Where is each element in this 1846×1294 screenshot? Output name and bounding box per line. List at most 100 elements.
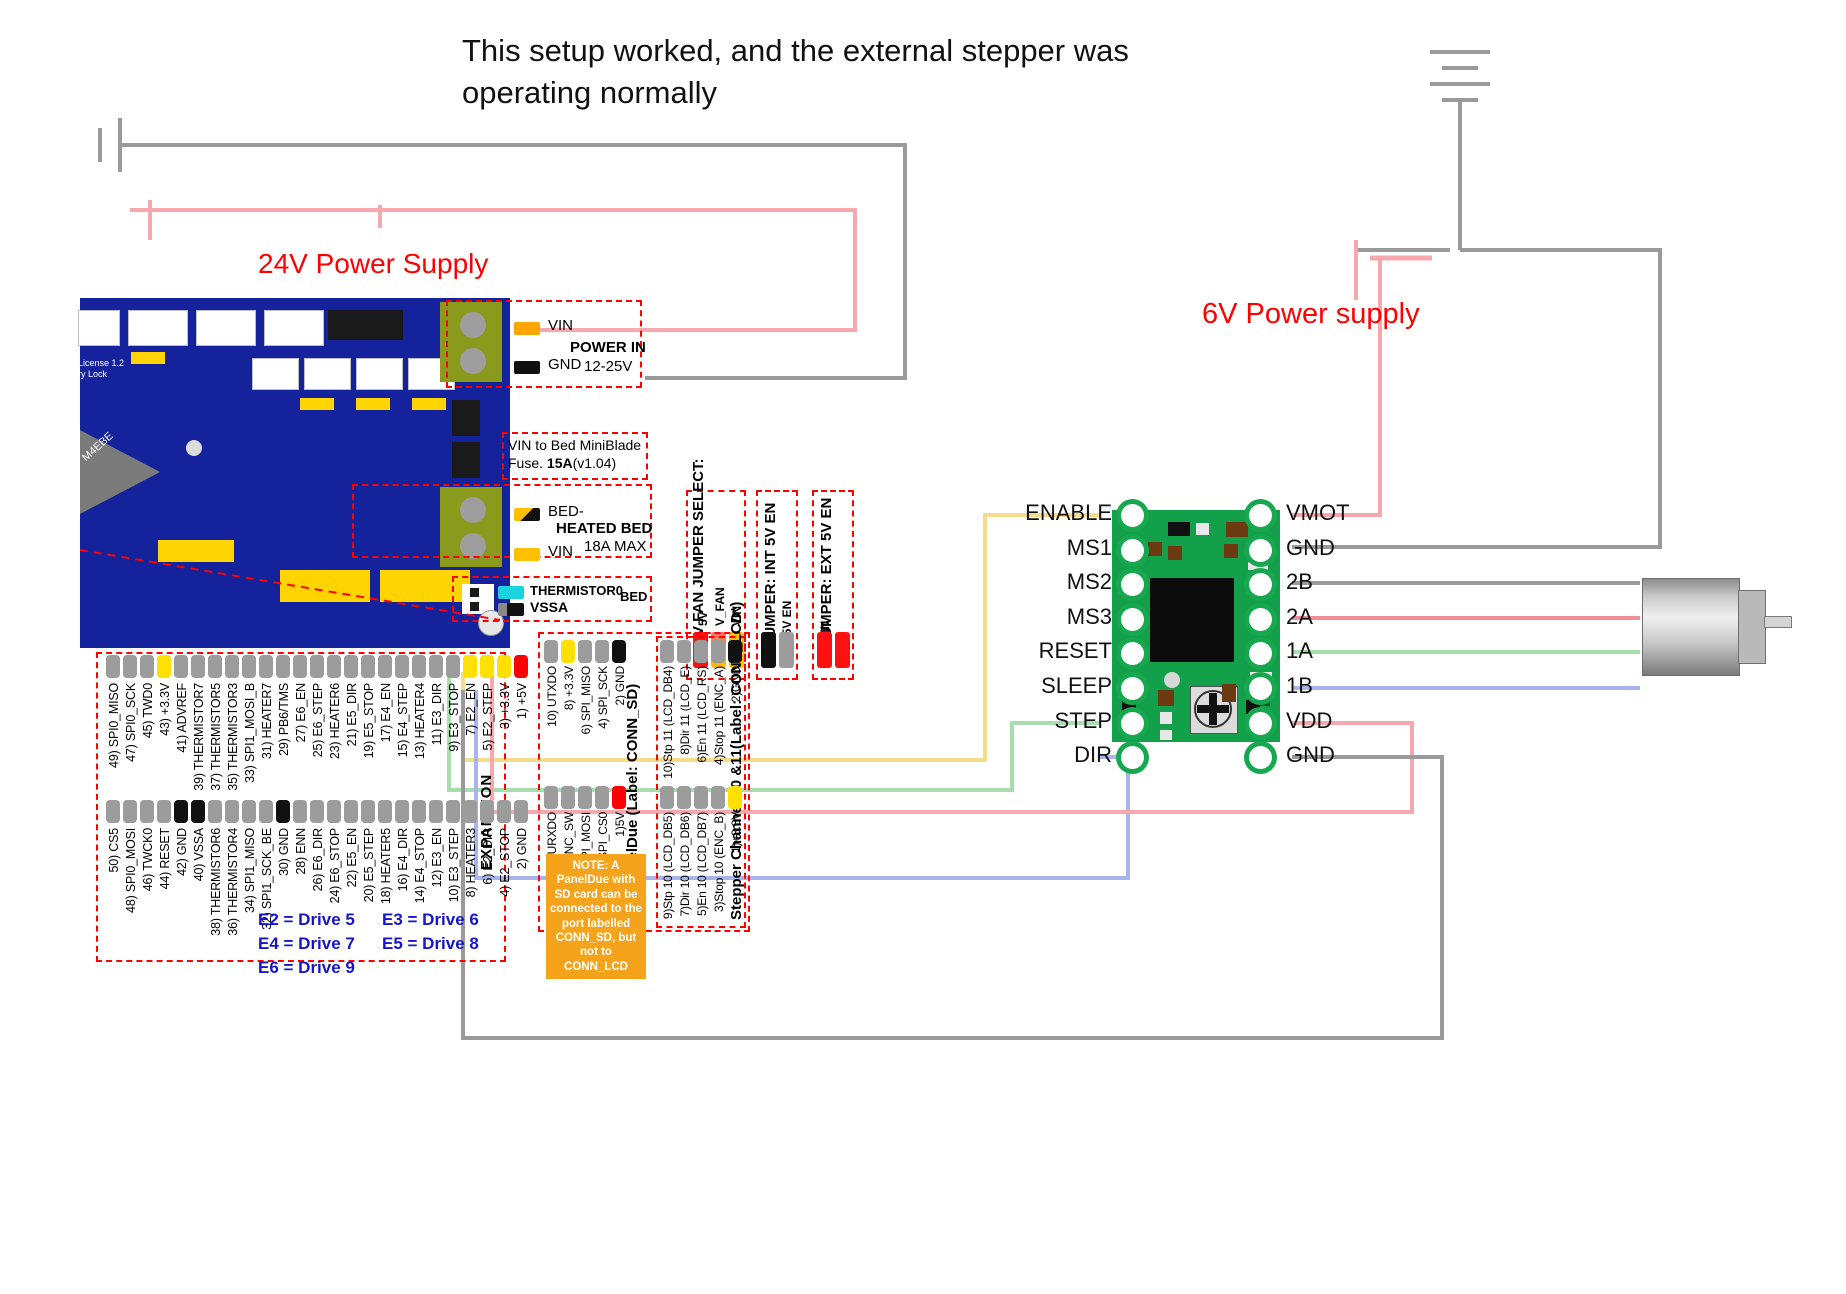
- pin: [694, 786, 708, 809]
- pin-label: 1)5V: [613, 812, 627, 837]
- pin: [344, 655, 358, 678]
- pin: [157, 655, 171, 678]
- pin: [446, 800, 460, 823]
- pin: [276, 655, 290, 678]
- pin-label: 43) +3.3V: [158, 683, 172, 736]
- pin-label: 45) TWD0: [141, 683, 155, 739]
- pin-label: 16) E4_DIR: [396, 828, 410, 892]
- power-in-vin-swatch: [514, 320, 540, 338]
- jumper-vfan-pin-5v: 5V: [696, 611, 710, 626]
- pin: [514, 800, 528, 823]
- driver-pad: [1121, 607, 1144, 631]
- pin: [191, 800, 205, 823]
- stepper-top-pin-row: [660, 640, 742, 663]
- pin-label: 17) E4_EN: [379, 683, 393, 743]
- pin-label: 10) E3_STEP: [447, 828, 461, 903]
- paneldue-bottom-pin-row: [544, 786, 626, 809]
- fuse-holder: [452, 442, 480, 478]
- pin-label: 49) SPI0_MISO: [107, 683, 121, 768]
- jumper-ext5v-swatch-5vin: [817, 632, 832, 668]
- smd-part: [1226, 522, 1248, 537]
- driver-left-pin-enable: ENABLE: [1025, 500, 1112, 525]
- driver-right-pin-gnd-7: GND: [1286, 742, 1335, 768]
- smd-part: [1196, 523, 1209, 535]
- driver-left-pin-dir: DIR: [1074, 742, 1112, 768]
- pin: [497, 800, 511, 823]
- smd-part: [1168, 546, 1182, 560]
- pin: [728, 640, 742, 663]
- pin: [514, 655, 528, 678]
- pin-label: 3) +3.3V: [498, 683, 512, 730]
- pin: [310, 655, 324, 678]
- driver-right-pin-1a-4: 1A: [1286, 638, 1313, 664]
- driver-right-pin-2a-3: 2A: [1286, 603, 1313, 629]
- pin: [561, 786, 575, 809]
- driver-left-pin-ms3: MS3: [1066, 603, 1112, 629]
- pin-label: 8) +3.3V: [562, 666, 576, 711]
- pin: [578, 640, 592, 663]
- pin: [412, 655, 426, 678]
- pin-label: 37) THERMISTOR5: [209, 683, 223, 791]
- power-in-gnd-label: GND: [548, 356, 582, 373]
- bed-minus-label: BED-: [548, 503, 584, 520]
- pin: [694, 640, 708, 663]
- connector-block: [264, 310, 324, 346]
- pin: [327, 800, 341, 823]
- thermistor0-label: THERMISTOR0: [530, 583, 623, 598]
- pin: [446, 655, 460, 678]
- fuse-line2a: Fuse.: [508, 454, 547, 471]
- yellow-header: [412, 398, 446, 410]
- pin-label: 46) TWCK0: [141, 828, 155, 892]
- pin-label: 27) E6_EN: [294, 683, 308, 743]
- fuse-rev: (v1.04): [572, 454, 617, 471]
- driver-right-pin-2b-2: 2B: [1286, 569, 1313, 595]
- connector-block: [356, 358, 403, 390]
- pin-label: 21) E5_DIR: [345, 683, 359, 747]
- pin-label: 7)Dir 10 (LCD_DB6): [678, 812, 692, 917]
- pin-label: 23) HEATER6: [328, 683, 342, 760]
- pin: [595, 640, 609, 663]
- driver-pad: [1121, 538, 1144, 562]
- pin: [361, 800, 375, 823]
- pin-label: 4) E2_STOP: [498, 828, 512, 897]
- pin: [660, 786, 674, 809]
- pin-label: 2) GND: [515, 828, 529, 870]
- yellow-header: [300, 398, 334, 410]
- pin-label: 3)Stop 10 (ENC_B): [712, 812, 726, 912]
- pin-label: 40) VSSA: [192, 828, 206, 882]
- pin-label: 22) E5_EN: [345, 828, 359, 888]
- connector-block: [128, 310, 188, 346]
- drive-note-e5: E5 = Drive 8: [382, 934, 479, 953]
- expansion-top-pin-row: [106, 655, 528, 678]
- pin: [378, 655, 392, 678]
- fuse-rating: 15A: [546, 454, 573, 471]
- pin: [293, 800, 307, 823]
- pin: [208, 800, 222, 823]
- pin-label: 7) E2_EN: [464, 683, 478, 736]
- pin-label: 6) E2_DIR: [481, 828, 495, 885]
- driver-chip: [1150, 578, 1234, 662]
- pin-label: 10) UTXDO: [545, 666, 559, 727]
- pin: [395, 655, 409, 678]
- pin-label: 35) THERMISTOR3: [226, 683, 240, 791]
- pin-label: 14) E4_STOP: [413, 828, 427, 904]
- pin-label: 1) +5V: [515, 683, 529, 719]
- pin-label: 48) SPI0_MOSI: [124, 828, 138, 913]
- pin-label: 31) HEATER7: [260, 683, 274, 760]
- pin-label: 26) E6_DIR: [311, 828, 325, 892]
- smd-part: [1158, 690, 1174, 706]
- pin-label: 2) GND: [613, 666, 627, 706]
- pin: [344, 800, 358, 823]
- pin-label: 6) SPI_MISO: [579, 666, 593, 735]
- pin-label: 19) E5_STOP: [362, 683, 376, 759]
- pin: [225, 655, 239, 678]
- driver-right-pin-1b-5: 1B: [1286, 673, 1313, 698]
- pin: [429, 800, 443, 823]
- pin: [140, 655, 154, 678]
- pin-label: 38) THERMISTOR6: [209, 828, 223, 936]
- stepper-motor-faceplate: [1738, 590, 1766, 664]
- driver-pad: [1121, 504, 1144, 527]
- jumper-int5v-swatch-gnd: [761, 632, 776, 668]
- smd-part: [1248, 562, 1268, 570]
- pin: [711, 640, 725, 663]
